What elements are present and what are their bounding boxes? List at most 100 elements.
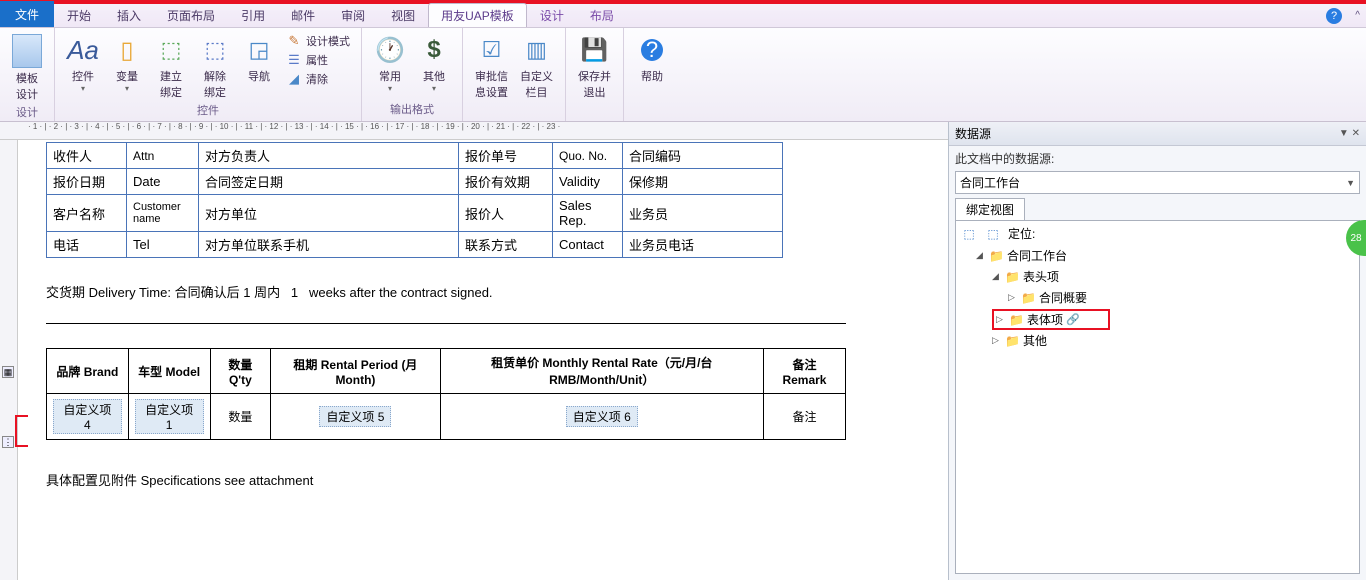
vertical-ruler[interactable]: ▦ ⋮	[0, 140, 18, 580]
build-bind-button[interactable]: ⬚建立 绑定	[151, 32, 191, 102]
tab-home[interactable]: 开始	[54, 3, 104, 27]
tab-insert[interactable]: 插入	[104, 3, 154, 27]
info-cell[interactable]: Customer name	[127, 195, 199, 232]
table-row-handle-icon[interactable]: ⋮	[2, 436, 14, 448]
group-output-label: 输出格式	[370, 101, 454, 119]
folder-icon: 📁	[1005, 334, 1020, 348]
field-token[interactable]: 自定义项 6	[566, 406, 638, 427]
tree-toolbar-icon[interactable]: ⬚	[960, 226, 978, 242]
tab-design[interactable]: 设计	[527, 3, 577, 27]
delivery-text[interactable]: 交货期 Delivery Time: 合同确认后 1 周内 1 weeks af…	[46, 282, 940, 301]
clear-button[interactable]: ◢清除	[283, 70, 353, 88]
table-handle-icon[interactable]: ▦	[2, 366, 14, 378]
info-cell[interactable]: 电话	[47, 232, 127, 258]
info-cell[interactable]: 对方单位	[199, 195, 459, 232]
tree-toolbar-icon[interactable]: ⬚	[984, 226, 1002, 242]
tree-node-summary[interactable]: ▷📁合同概要	[1008, 288, 1355, 307]
help-button[interactable]: ?帮助	[632, 32, 672, 86]
product-table[interactable]: 品牌 Brand 车型 Model 数量 Q'ty 租期 Rental Peri…	[46, 348, 846, 440]
datasource-select[interactable]: 合同工作台▼	[955, 171, 1360, 194]
field-value[interactable]: 数量	[228, 410, 252, 424]
locate-label: 定位:	[1008, 225, 1035, 242]
tree-node-body[interactable]: ▷📁表体项 🔗	[992, 308, 1355, 331]
panel-close-icon[interactable]: ✕	[1352, 128, 1360, 139]
data-tree[interactable]: ◢📁合同工作台 ◢📁表头项 ▷📁合同概要 ▷📁表体项 🔗 ▷📁其他	[960, 246, 1355, 351]
panel-dropdown-icon[interactable]: ▼	[1339, 128, 1349, 139]
field-token[interactable]: 自定义项 1	[135, 399, 204, 434]
info-cell[interactable]: 报价有效期	[459, 169, 553, 195]
group-design-label: 设计	[8, 104, 46, 122]
tab-mail[interactable]: 邮件	[278, 3, 328, 27]
info-cell[interactable]: 报价人	[459, 195, 553, 232]
product-th-brand[interactable]: 品牌 Brand	[47, 349, 129, 394]
info-cell[interactable]: 合同编码	[623, 143, 783, 169]
info-cell[interactable]: 对方单位联系手机	[199, 232, 459, 258]
bind-view-tab[interactable]: 绑定视图	[955, 198, 1025, 220]
product-th-qty[interactable]: 数量 Q'ty	[210, 349, 271, 394]
control-button[interactable]: Aa控件▾	[63, 32, 103, 95]
info-table[interactable]: 收件人 Attn 对方负责人 报价单号 Quo. No. 合同编码 报价日期 D…	[46, 142, 783, 258]
tab-view[interactable]: 视图	[378, 3, 428, 27]
info-cell[interactable]: 联系方式	[459, 232, 553, 258]
custom-column-button[interactable]: ▥自定义 栏目	[516, 32, 557, 102]
product-th-period[interactable]: 租期 Rental Period (月 Month)	[271, 349, 440, 394]
chevron-down-icon: ▼	[1346, 178, 1355, 188]
common-format-button[interactable]: 🕐常用▾	[370, 32, 410, 95]
unbind-button[interactable]: ⬚解除 绑定	[195, 32, 235, 102]
footer-note[interactable]: 具体配置见附件 Specifications see attachment	[46, 470, 940, 489]
info-cell[interactable]: 收件人	[47, 143, 127, 169]
info-cell[interactable]: Quo. No.	[553, 143, 623, 169]
product-row[interactable]: 自定义项 4 自定义项 1 数量 自定义项 5 自定义项 6 备注	[47, 394, 846, 440]
group-controls-label: 控件	[63, 102, 353, 120]
info-cell[interactable]: 业务员	[623, 195, 783, 232]
folder-icon: 📁	[1009, 313, 1024, 327]
tree-node-other[interactable]: ▷📁其他	[992, 331, 1355, 350]
info-cell[interactable]: Validity	[553, 169, 623, 195]
info-cell[interactable]: 报价日期	[47, 169, 127, 195]
navigate-button[interactable]: ◲导航	[239, 32, 279, 86]
link-icon: 🔗	[1066, 313, 1080, 326]
document-page[interactable]: 收件人 Attn 对方负责人 报价单号 Quo. No. 合同编码 报价日期 D…	[28, 142, 940, 580]
info-cell[interactable]: 对方负责人	[199, 143, 459, 169]
horizontal-ruler[interactable]: · 1 · | · 2 · | · 3 · | · 4 · | · 5 · | …	[0, 122, 948, 140]
tab-page-layout[interactable]: 页面布局	[154, 3, 228, 27]
tree-node-root[interactable]: ◢📁合同工作台 ◢📁表头项 ▷📁合同概要 ▷📁表体项 🔗 ▷📁其他	[976, 246, 1355, 351]
product-th-model[interactable]: 车型 Model	[128, 349, 210, 394]
tree-node-header[interactable]: ◢📁表头项 ▷📁合同概要	[992, 267, 1355, 308]
template-design-button[interactable]: 模板 设计	[8, 32, 46, 104]
info-cell[interactable]: 客户名称	[47, 195, 127, 232]
info-cell[interactable]: Date	[127, 169, 199, 195]
info-cell[interactable]: 保修期	[623, 169, 783, 195]
info-cell[interactable]: Attn	[127, 143, 199, 169]
variable-button[interactable]: ▯变量▾	[107, 32, 147, 95]
other-format-button[interactable]: $其他▾	[414, 32, 454, 95]
info-cell[interactable]: Tel	[127, 232, 199, 258]
info-cell[interactable]: Sales Rep.	[553, 195, 623, 232]
panel-subtitle: 此文档中的数据源:	[949, 146, 1366, 171]
property-button[interactable]: ☰属性	[283, 51, 353, 69]
info-cell[interactable]: 业务员电话	[623, 232, 783, 258]
approve-info-button[interactable]: ☑审批信 息设置	[471, 32, 512, 102]
tab-layout[interactable]: 布局	[577, 3, 627, 27]
tree-container: ⬚ ⬚ 定位: ◢📁合同工作台 ◢📁表头项 ▷📁合同概要 ▷📁表体项 🔗	[955, 220, 1360, 574]
save-exit-button[interactable]: 💾保存并 退出	[574, 32, 615, 102]
field-token[interactable]: 自定义项 4	[53, 399, 122, 434]
info-cell[interactable]: 报价单号	[459, 143, 553, 169]
tab-file[interactable]: 文件	[0, 1, 54, 27]
help-icon[interactable]: ?	[1326, 8, 1342, 24]
design-mode-button[interactable]: ✎设计模式	[283, 32, 353, 50]
info-cell[interactable]: Contact	[553, 232, 623, 258]
tab-reference[interactable]: 引用	[228, 3, 278, 27]
panel-title: 数据源	[955, 125, 991, 142]
field-value[interactable]: 备注	[792, 410, 816, 424]
product-th-remark[interactable]: 备注 Remark	[763, 349, 845, 394]
tab-review[interactable]: 审阅	[328, 3, 378, 27]
ribbon-collapse-icon[interactable]: ^	[1355, 10, 1360, 21]
data-source-panel: 数据源 ▼ ✕ 此文档中的数据源: 合同工作台▼ 绑定视图 ⬚ ⬚ 定位: ◢📁…	[948, 122, 1366, 580]
folder-icon: 📁	[1021, 291, 1036, 305]
info-cell[interactable]: 合同签定日期	[199, 169, 459, 195]
field-token[interactable]: 自定义项 5	[319, 406, 391, 427]
folder-icon: 📁	[1005, 270, 1020, 284]
product-th-rate[interactable]: 租赁单价 Monthly Rental Rate（元/月/台 RMB/Month…	[440, 349, 763, 394]
tab-uap-template[interactable]: 用友UAP模板	[428, 3, 527, 27]
